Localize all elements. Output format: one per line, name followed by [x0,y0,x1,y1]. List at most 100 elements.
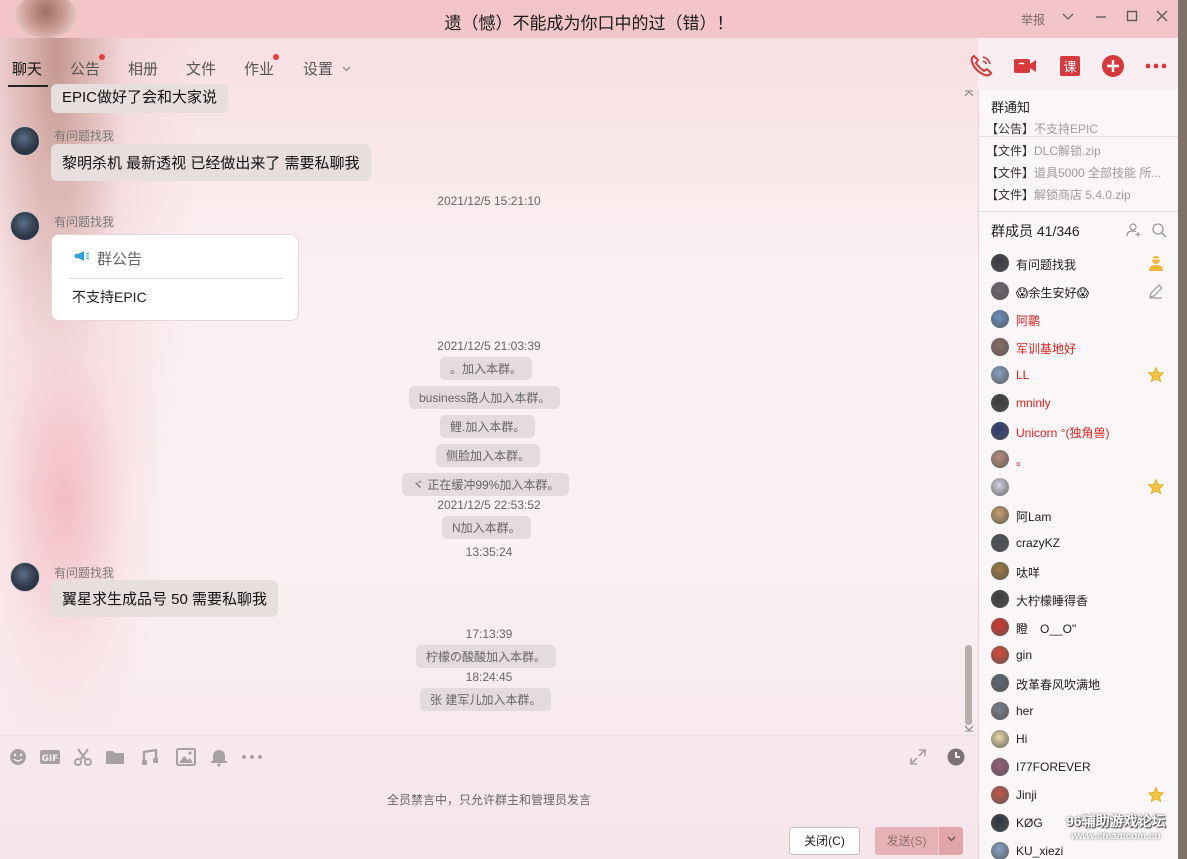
tab-announcement[interactable]: 公告 [70,58,100,79]
avatar[interactable] [991,702,1009,720]
member-item[interactable]: 😱余生安好😱 [991,281,1169,301]
member-item[interactable]: her [991,701,1169,721]
member-item[interactable]: 。 [991,449,1169,469]
member-item[interactable]: 有问题找我 [991,253,1169,273]
announcement-card[interactable]: 群公告 不支持EPIC [51,234,299,321]
title-bar: 遗（憾）不能成为你口中的过（错）！ 举报 [0,0,1178,38]
member-item[interactable]: 改革春风吹满地 [991,673,1169,693]
avatar[interactable] [991,366,1009,384]
image-icon[interactable] [176,747,196,767]
avatar[interactable] [10,126,40,156]
tab-album[interactable]: 相册 [128,58,158,79]
member-item[interactable]: 大柠檬睡得香 [991,589,1169,609]
avatar[interactable] [991,646,1009,664]
minimize-icon[interactable] [1090,8,1112,30]
member-item[interactable]: mninly [991,393,1169,413]
member-item[interactable]: Jinji [991,785,1169,805]
scissors-icon[interactable] [73,747,93,767]
member-item[interactable]: gin [991,645,1169,665]
avatar[interactable] [991,506,1009,524]
maximize-icon[interactable] [1121,8,1143,30]
close-icon[interactable] [1151,8,1173,30]
more-icon[interactable] [1143,53,1169,79]
bell-icon[interactable] [209,747,229,767]
notice-text: 解锁商店 5.4.0.zip [1034,188,1131,202]
tab-files[interactable]: 文件 [186,58,216,79]
report-button[interactable]: 举报 [1021,11,1045,28]
avatar[interactable] [991,450,1009,468]
avatar[interactable] [991,674,1009,692]
gif-icon[interactable]: GIF [39,747,61,767]
video-call-icon[interactable] [1012,53,1038,79]
music-icon[interactable] [140,747,160,767]
tab-homework[interactable]: 作业 [244,58,274,79]
member-item[interactable]: LL [991,365,1169,385]
avatar[interactable] [991,310,1009,328]
member-name: KU_xiezi [1016,844,1064,858]
avatar[interactable] [991,814,1009,832]
member-item[interactable]: crazyKZ [991,533,1169,553]
sender-name[interactable]: 有问题找我 [54,564,114,581]
avatar[interactable] [991,562,1009,580]
tab-chat[interactable]: 聊天 [12,58,42,79]
sender-name[interactable]: 有问题找我 [54,213,114,230]
avatar[interactable] [991,478,1009,496]
scroll-down-icon[interactable] [964,724,974,735]
close-button[interactable]: 关闭(C) [789,827,860,855]
member-item[interactable] [991,477,1169,497]
member-item[interactable]: KU_xiezi [991,841,1169,859]
avatar[interactable] [991,618,1009,636]
tab-settings[interactable]: 设置 [303,58,333,79]
expand-icon[interactable] [908,747,928,767]
emoji-icon[interactable] [8,747,28,767]
folder-icon[interactable] [105,747,125,767]
add-app-icon[interactable] [1100,53,1126,79]
group-notice-title[interactable]: 群通知 [991,97,1030,116]
member-item[interactable]: Unicorn °(独角兽) [991,421,1169,441]
avatar[interactable] [991,534,1009,552]
member-item[interactable]: I77FOREVER [991,757,1169,777]
chat-history[interactable]: EPIC做好了会和大家说 有问题找我 黎明杀机 最新透视 已经做出来了 需要私聊… [0,84,978,735]
edit-icon[interactable] [1147,282,1165,300]
member-item[interactable]: 瞪 O__O" [991,617,1169,637]
send-options-button[interactable] [938,827,963,855]
more-dots-icon[interactable] [240,747,264,767]
avatar[interactable] [991,394,1009,412]
notice-item[interactable]: 【文件】DLC解锁.zip [986,142,1171,159]
send-button[interactable]: 发送(S) [875,827,938,855]
member-item[interactable]: 呔咩 [991,561,1169,581]
notice-item[interactable]: 【文件】解锁商店 5.4.0.zip [986,186,1171,203]
member-item[interactable]: 阿Lam [991,505,1169,525]
group-sidebar: 群通知 【公告】不支持EPIC 【文件】DLC解锁.zip 【文件】道具5000… [978,90,1179,859]
message-bubble[interactable]: 翼星求生成品号 50 需要私聊我 [51,580,279,617]
notice-item[interactable]: 【公告】不支持EPIC [986,120,1171,137]
avatar[interactable] [991,422,1009,440]
chevron-down-icon[interactable] [1057,8,1079,30]
group-members-title[interactable]: 群成员 41/346 [991,221,1080,241]
avatar[interactable] [991,338,1009,356]
avatar[interactable] [10,211,40,241]
avatar[interactable] [991,786,1009,804]
settings-chevron-icon[interactable] [341,62,352,77]
avatar[interactable] [991,758,1009,776]
message-bubble[interactable]: 黎明杀机 最新透视 已经做出来了 需要私聊我 [51,144,371,181]
timestamp: 2021/12/5 22:53:52 [437,498,541,512]
search-icon[interactable] [1151,222,1167,241]
avatar[interactable] [991,254,1009,272]
chat-scrollbar[interactable] [965,645,972,725]
avatar[interactable] [991,282,1009,300]
sender-name[interactable]: 有问题找我 [54,127,114,144]
class-icon[interactable]: 课 [1057,53,1083,79]
notice-item[interactable]: 【文件】道具5000 全部技能 所... [986,164,1171,181]
clock-icon[interactable] [946,747,966,767]
avatar[interactable] [10,562,40,592]
timestamp: 18:24:45 [465,670,513,684]
scroll-up-icon[interactable] [964,90,974,101]
add-member-icon[interactable] [1126,222,1142,241]
avatar[interactable] [991,590,1009,608]
avatar[interactable] [991,730,1009,748]
member-item[interactable]: Hi [991,729,1169,749]
member-item[interactable]: 阿鹴 [991,309,1169,329]
avatar[interactable] [991,842,1009,859]
member-item[interactable]: 军训基地好 [991,337,1169,357]
